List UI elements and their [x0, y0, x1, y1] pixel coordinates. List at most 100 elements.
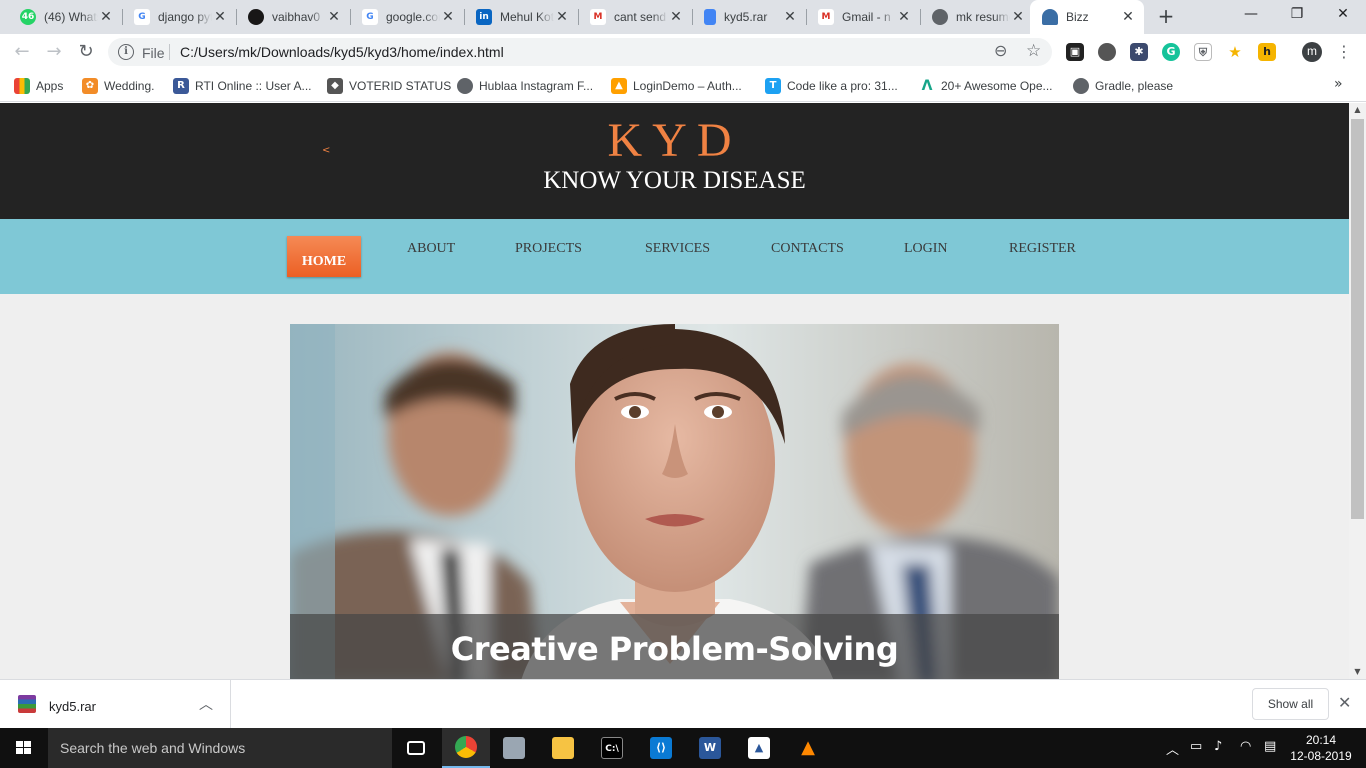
bookmark-rti[interactable]: R RTI Online :: User A...: [173, 76, 311, 96]
nav-projects[interactable]: PROJECTS: [515, 241, 582, 257]
photos-icon[interactable]: [490, 728, 538, 768]
scheme-label: File: [142, 45, 165, 61]
bookmark-voterid[interactable]: ◆ VOTERID STATUS: [327, 76, 451, 96]
grammarly-icon[interactable]: G: [1162, 43, 1180, 61]
address-bar[interactable]: i File C:/Users/mk/Downloads/kyd5/kyd3/h…: [108, 38, 1052, 66]
start-button[interactable]: [0, 728, 48, 768]
close-window-button[interactable]: ✕: [1320, 0, 1366, 30]
task-view-icon[interactable]: [392, 728, 440, 768]
url-text[interactable]: C:/Users/mk/Downloads/kyd5/kyd3/home/ind…: [180, 44, 504, 60]
star-extension-icon[interactable]: ★: [1226, 43, 1244, 61]
extension-icon[interactable]: [1098, 43, 1116, 61]
nav-register[interactable]: REGISTER: [1009, 241, 1076, 257]
bookmark-label: Hublaa Instagram F...: [479, 79, 594, 93]
taskbar-search[interactable]: Search the web and Windows: [48, 728, 392, 768]
tab-title: google.com: [386, 10, 440, 24]
menu-icon[interactable]: ⋮: [1336, 42, 1352, 62]
close-icon[interactable]: ✕: [212, 9, 228, 25]
nav-services[interactable]: SERVICES: [645, 241, 710, 257]
cmd-icon[interactable]: C:\: [588, 728, 636, 768]
wifi-icon[interactable]: ◠: [1240, 739, 1251, 754]
tab-bizz[interactable]: Bizz ✕: [1030, 0, 1144, 34]
wedding-icon: ✿: [82, 78, 98, 94]
close-icon[interactable]: ✕: [1338, 693, 1351, 712]
clock-time: 20:14: [1305, 733, 1337, 747]
zoom-icon[interactable]: ⊖: [994, 41, 1007, 60]
browser-toolbar: ← → ↻ i File C:/Users/mk/Downloads/kyd5/…: [0, 34, 1366, 70]
bookmark-awesome[interactable]: Λ 20+ Awesome Ope...: [919, 76, 1053, 96]
close-icon[interactable]: ✕: [668, 9, 684, 25]
word-icon[interactable]: W: [686, 728, 734, 768]
scroll-thumb[interactable]: [1351, 119, 1364, 519]
bookmark-code-like-a-pro[interactable]: T Code like a pro: 31...: [765, 76, 898, 96]
minimize-button[interactable]: —: [1228, 0, 1274, 30]
back-button[interactable]: ←: [10, 40, 34, 64]
tab-gmail[interactable]: M Gmail - n ✕: [806, 0, 920, 34]
tab-strip: 46 (46) WhatsApp ✕ G django python ✕ vai…: [0, 0, 1366, 34]
bookmark-label: Code like a pro: 31...: [787, 79, 898, 93]
tab-gmail-cant-send[interactable]: M cant send ✕: [578, 0, 692, 34]
download-filename[interactable]: kyd5.rar: [49, 699, 96, 714]
site-tagline: KNOW YOUR DISEASE: [543, 167, 806, 194]
tab-github[interactable]: vaibhav0 ✕: [236, 0, 350, 34]
profile-avatar[interactable]: m: [1302, 42, 1322, 62]
battery-icon[interactable]: ▭: [1190, 739, 1202, 754]
tab-linkedin[interactable]: in Mehul Kothari ✕: [464, 0, 578, 34]
bookmark-apps[interactable]: Apps: [14, 76, 63, 96]
vlc-icon[interactable]: ▲: [784, 728, 832, 768]
puzzle-extension-icon[interactable]: ✱: [1130, 43, 1148, 61]
nav-home[interactable]: HOME: [287, 236, 361, 277]
bookmark-wedding[interactable]: ✿ Wedding.: [82, 76, 154, 96]
chevron-up-icon[interactable]: ︿: [199, 694, 213, 714]
scroll-down-arrow-icon[interactable]: ▼: [1349, 665, 1366, 679]
more-bookmarks-icon[interactable]: »: [1334, 76, 1343, 92]
nav-about[interactable]: ABOUT: [407, 241, 455, 257]
site-logo[interactable]: KYD: [0, 113, 1349, 168]
system-clock[interactable]: 20:14 12-08-2019: [1290, 732, 1352, 764]
bookmark-star-icon[interactable]: ☆: [1026, 41, 1041, 61]
github-icon: [248, 9, 264, 25]
hero-slider[interactable]: Creative Problem-Solving: [290, 324, 1059, 679]
info-icon[interactable]: i: [118, 44, 134, 60]
scroll-up-arrow-icon[interactable]: ▲: [1349, 103, 1366, 117]
page-scrollbar[interactable]: ▲ ▼: [1349, 103, 1366, 679]
tab-whatsapp[interactable]: 46 (46) WhatsApp ✕: [8, 0, 122, 34]
close-icon[interactable]: ✕: [326, 9, 342, 25]
extension-icon[interactable]: ▣: [1066, 43, 1084, 61]
tab-django[interactable]: G django python ✕: [122, 0, 236, 34]
tab-kyd5[interactable]: kyd5.rar ✕: [692, 0, 806, 34]
close-icon[interactable]: ✕: [98, 9, 114, 25]
forward-button[interactable]: →: [42, 40, 66, 64]
omnibox-divider: [169, 44, 170, 60]
tab-google[interactable]: G google.com ✕: [350, 0, 464, 34]
notifications-icon[interactable]: ▤: [1264, 739, 1276, 754]
close-icon[interactable]: ✕: [554, 9, 570, 25]
shield-icon[interactable]: ⛨: [1194, 43, 1212, 61]
honey-extension-icon[interactable]: h: [1258, 43, 1276, 61]
volume-icon[interactable]: ♪: [1214, 739, 1222, 754]
tab-title: Gmail - n: [842, 10, 891, 24]
download-item[interactable]: kyd5.rar ︿: [0, 680, 231, 728]
bookmark-label: LoginDemo – Auth...: [633, 79, 742, 93]
new-tab-button[interactable]: +: [1154, 5, 1178, 29]
close-icon[interactable]: ✕: [1010, 9, 1026, 25]
file-explorer-icon[interactable]: [539, 728, 587, 768]
bookmark-hublaa[interactable]: Hublaa Instagram F...: [457, 76, 593, 96]
chrome-icon[interactable]: [442, 728, 490, 768]
tab-mk-resume[interactable]: mk resume ✕: [920, 0, 1034, 34]
restore-button[interactable]: ❐: [1274, 0, 1320, 30]
image-viewer-icon[interactable]: ▲: [735, 728, 783, 768]
close-icon[interactable]: ✕: [896, 9, 912, 25]
vscode-icon[interactable]: ⟨⟩: [637, 728, 685, 768]
voterid-icon: ◆: [327, 78, 343, 94]
nav-contacts[interactable]: CONTACTS: [771, 241, 844, 257]
close-icon[interactable]: ✕: [782, 9, 798, 25]
nav-login[interactable]: LOGIN: [904, 241, 948, 257]
bookmark-gradle[interactable]: Gradle, please: [1073, 76, 1173, 96]
close-icon[interactable]: ✕: [1120, 9, 1136, 25]
chevron-up-icon[interactable]: ︿: [1166, 739, 1179, 758]
close-icon[interactable]: ✕: [440, 9, 456, 25]
bookmark-logindemo[interactable]: ▲ LoginDemo – Auth...: [611, 76, 742, 96]
show-all-button[interactable]: Show all: [1252, 688, 1329, 720]
reload-button[interactable]: ↻: [74, 40, 98, 64]
